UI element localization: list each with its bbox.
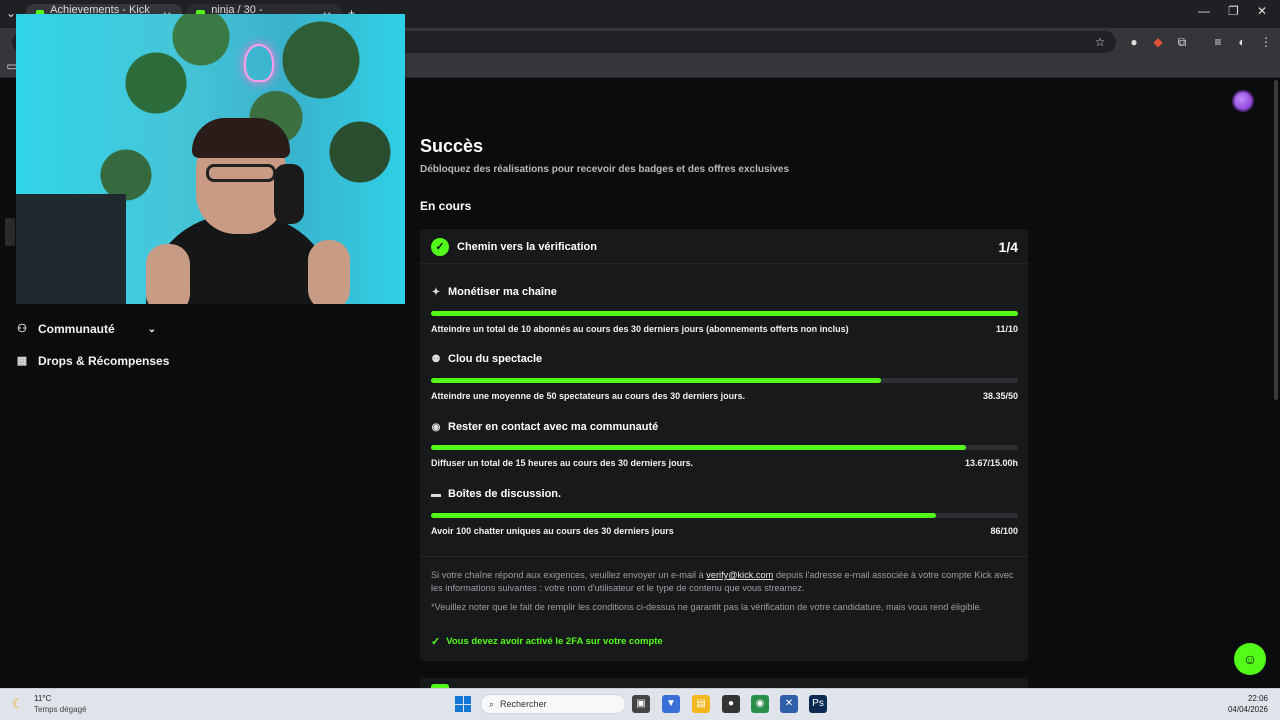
goal-description: Diffuser un total de 15 heures au cours … [431,458,694,468]
goal-title-text: Rester en contact avec ma communauté [448,421,659,433]
chevron-down-icon[interactable]: ⌄ [148,324,156,335]
menu-icon[interactable]: ⋮ [1258,34,1274,50]
progress-fill [431,513,936,518]
chrome-icon[interactable]: ◉ [751,695,769,713]
sparkle-icon: ✦ [431,286,441,298]
goal-value: 13.67/15.00h [964,458,1018,468]
goal-title: ✦ Monétiser ma chaîne [431,286,557,298]
avatar[interactable] [1232,90,1254,112]
progress-bar [431,513,1018,518]
goal-title: ⚉ Clou du spectacle [431,353,543,365]
page-title: Succès [420,136,484,156]
task-view-icon[interactable]: ▣ [632,695,650,713]
goal-title: ▬ Boîtes de discussion. [431,488,561,500]
page-subtitle: Débloquez des réalisations pour recevoir… [420,164,790,175]
chat-icon: ▬ [431,488,441,500]
next-card [420,678,1028,688]
support-chat-button[interactable]: ☺ [1234,643,1266,675]
goal-title-text: Clou du spectacle [448,353,543,365]
webcam-overlay [16,14,405,304]
search-icon: ⌕ [489,698,495,709]
close-window-button[interactable]: ✕ [1257,4,1267,18]
broadcast-icon: ◉ [431,421,441,433]
clock-time[interactable]: 22:06 [1222,694,1268,703]
section-heading: En cours [420,199,472,213]
goal-value: 11/10 [995,324,1018,334]
twofa-text: Vous devez avoir activé le 2FA sur votre… [446,636,663,647]
goal-description: Atteindre une moyenne de 50 spectateurs … [431,391,746,401]
progress-bar [431,311,1018,316]
app-v-icon[interactable]: ▼ [662,695,680,713]
goal-value: 38.35/50 [982,391,1018,401]
verification-note: Si votre chaîne répond aux exigences, ve… [431,569,1021,595]
users-icon: ⚇ [17,323,27,335]
card-divider [420,556,1028,557]
checkmark-icon: ✓ [431,636,441,648]
progress-fill [431,445,966,450]
goal-description: Atteindre un total de 10 abonnés au cour… [431,324,849,334]
sidebar-item-label: Drops & Récompenses [38,354,170,368]
verified-badge-icon: ✓ [431,238,449,256]
taskbar-search[interactable]: ⌕ Rechercher [480,694,626,714]
weather-description[interactable]: Temps dégagé [34,705,86,714]
sidebar-collapse-handle[interactable] [5,218,15,246]
goal-value: 86/100 [990,526,1018,536]
maximize-button[interactable]: ❐ [1228,4,1239,18]
goal-title-text: Boîtes de discussion. [448,488,562,500]
headphones [274,164,304,224]
photoshop-icon[interactable]: Ps [809,695,827,713]
goal-title-text: Monétiser ma chaîne [448,286,557,298]
windows-start-icon[interactable] [455,696,471,712]
progress-fill [431,378,882,383]
progress-fill [431,311,1018,316]
goal-title: ◉ Rester en contact avec ma communauté [431,421,659,433]
streamer-hand-right [308,240,350,304]
shelf [16,194,126,304]
disclaimer-note: *Veuillez noter que le fait de remplir l… [431,602,983,612]
sidebar-item-community[interactable]: ⚇ Communauté ⌄ [16,322,156,336]
chart-icon: ▦ [16,355,28,367]
viewers-icon: ⚉ [431,353,441,365]
scrollbar[interactable] [1274,80,1278,400]
progress-bar [431,378,1018,383]
profile-icon[interactable]: ◐ [1234,34,1250,50]
email-link[interactable]: verify@kick.com [706,570,773,580]
extension-icon[interactable]: ● [1126,34,1142,50]
card-progress-count: 1/4 [998,239,1018,255]
extensions-puzzle-icon[interactable]: ⧉ [1174,34,1190,50]
extension-red-icon[interactable]: ◆ [1150,34,1166,50]
bookmark-star-icon[interactable]: ☆ [1092,34,1108,50]
goal-description: Avoir 100 chatter uniques au cours des 3… [431,526,674,536]
tab-search-icon[interactable]: ⌄ [6,6,16,20]
neon-sign [244,44,274,82]
minimize-button[interactable]: — [1198,4,1210,18]
file-explorer-icon[interactable]: ▤ [692,695,710,713]
weather-temperature[interactable]: 11°C [34,694,51,703]
media-icon[interactable]: ≡ [1210,34,1226,50]
twofa-requirement: ✓ Vous devez avoir activé le 2FA sur vot… [431,635,663,648]
clock-date[interactable]: 04/04/2026 [1222,705,1268,714]
streamer-hand-left [146,244,190,304]
sidebar-item-label: Communauté [38,322,115,336]
app-editor-icon[interactable]: ✕ [780,695,798,713]
app-recorder-icon[interactable]: ● [722,695,740,713]
progress-bar [431,445,1018,450]
sidebar-item-drops[interactable]: ▦ Drops & Récompenses [16,354,170,368]
streamer-hair [192,118,290,158]
search-placeholder: Rechercher [500,699,547,709]
streamer-glasses [206,164,276,182]
card-title: Chemin vers la vérification [457,241,597,253]
note-text: Si votre chaîne répond aux exigences, ve… [431,570,707,580]
moon-icon[interactable]: ☾ [12,696,24,712]
